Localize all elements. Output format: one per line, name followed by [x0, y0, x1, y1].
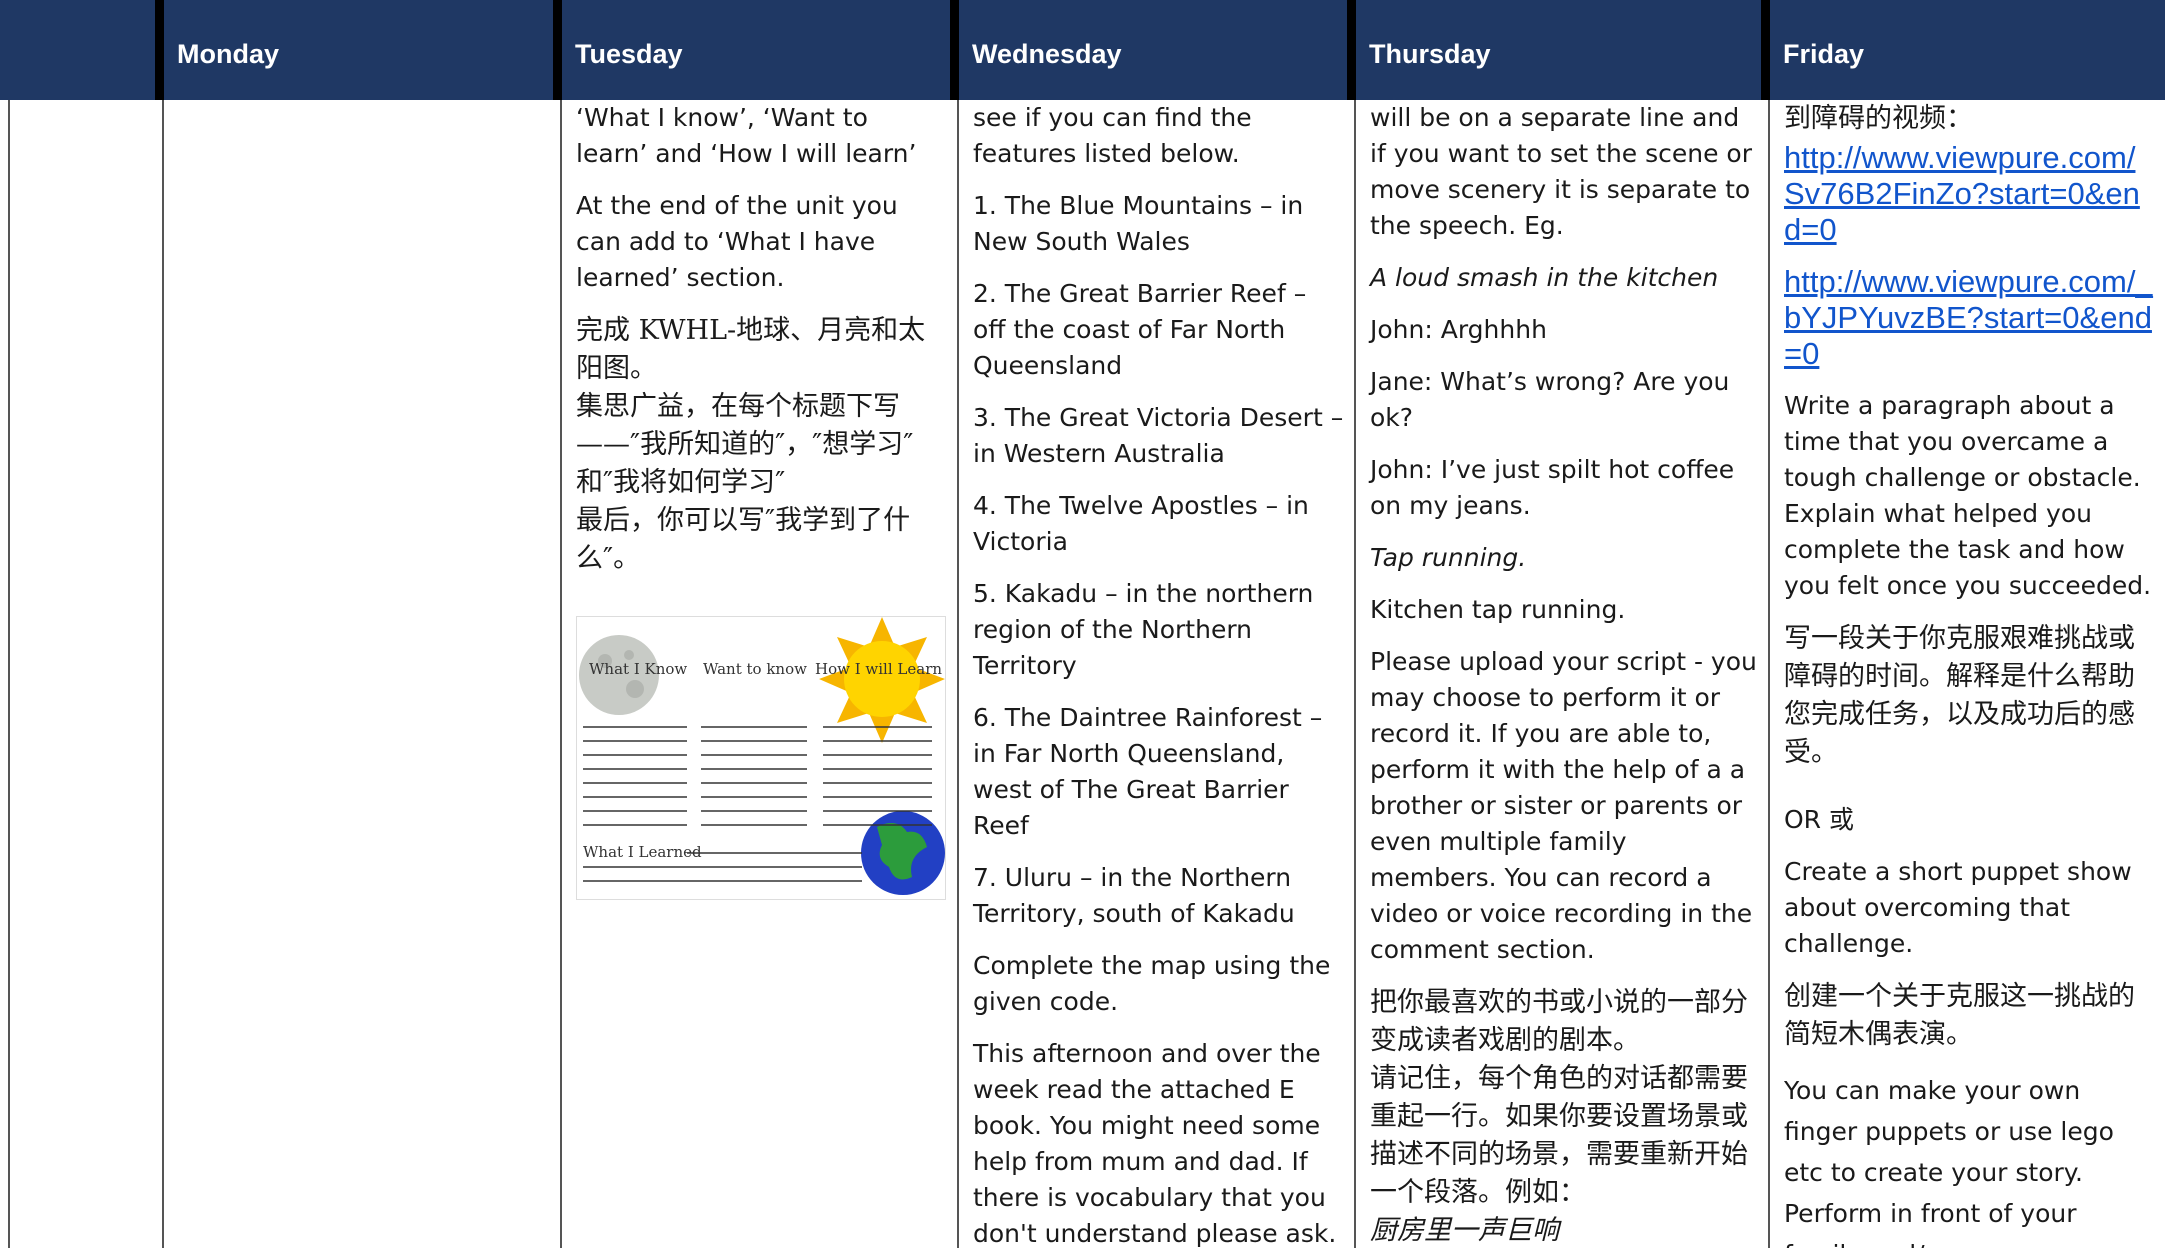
tuesday-paragraph: At the end of the unit you can add to ‘W…: [576, 191, 898, 292]
header-wednesday: Wednesday: [972, 39, 1122, 69]
thursday-dialogue: John: Arghhhh: [1370, 315, 1547, 344]
feature-list-item: 4. The Twelve Apostles – in Victoria: [973, 491, 1309, 556]
tuesday-paragraph: ‘What I know’, ‘Want to learn’ and ‘How …: [576, 103, 917, 168]
thursday-chinese-text: 把你最喜欢的书或小说的一部分变成读者戏剧的剧本。: [1370, 987, 1748, 1056]
friday-chinese-text: 写一段关于你克服艰难挑战或障碍的时间。解释是什么帮助您完成任务，以及成功后的感受…: [1784, 623, 2135, 768]
monday-cell: [164, 100, 560, 1248]
header-divider: [950, 0, 959, 100]
friday-paragraph: Create a short puppet show about overcom…: [1784, 857, 2132, 958]
kwhl-how-label: How I will Learn: [815, 660, 942, 678]
friday-paragraph: Write a paragraph about a time that you …: [1784, 391, 2152, 600]
feature-list-item: 5. Kakadu – in the northern region of th…: [973, 579, 1314, 680]
header-monday: Monday: [177, 39, 280, 69]
kwhl-know-label: What I Know: [589, 660, 687, 678]
kwhl-want-label: Want to know: [703, 660, 807, 678]
friday-chinese-text: 到障碍的视频：: [1784, 103, 1973, 134]
thursday-stage-direction: A loud smash in the kitchen: [1370, 263, 1719, 292]
feature-list-item: 3. The Great Victoria Desert – in Wester…: [973, 403, 1344, 468]
header-tuesday: Tuesday: [575, 39, 683, 69]
thursday-paragraph: Please upload your script - you may choo…: [1370, 647, 1757, 964]
tuesday-chinese-text: 最后，你可以写″我学到了什么″。: [576, 505, 911, 574]
tuesday-chinese-text: 完成 KWHL-地球、月亮和太阳图。: [576, 315, 926, 384]
earth-icon: [861, 811, 945, 895]
thursday-dialogue: Jane: What’s wrong? Are you ok?: [1370, 367, 1730, 432]
kwhl-chart-image: What I Know Want to know How I will Lear…: [576, 616, 946, 900]
friday-chinese-text: 创建一个关于克服这一挑战的简短木偶表演。: [1784, 981, 2135, 1050]
video-link[interactable]: http://www.viewpure.com/_bYJPYuvzBE?star…: [1784, 264, 2155, 372]
thursday-stage-direction: Tap running.: [1370, 543, 1527, 572]
wednesday-paragraph: This afternoon and over the week read th…: [973, 1039, 1337, 1248]
tuesday-cell: ‘What I know’, ‘Want to learn’ and ‘How …: [562, 100, 957, 1248]
wednesday-paragraph: Complete the map using the given code.: [973, 951, 1331, 1016]
video-link[interactable]: http://www.viewpure.com/Sv76B2FinZo?star…: [1784, 140, 2155, 248]
column-divider: [8, 100, 10, 1248]
thursday-paragraph: Kitchen tap running.: [1370, 595, 1626, 624]
tuesday-chinese-text: 集思广益，在每个标题下写——″我所知道的″，″想学习″和″我将如何学习″: [576, 391, 914, 498]
thursday-dialogue: John: I’ve just spilt hot coffee on my j…: [1370, 455, 1735, 520]
thursday-chinese-text: 厨房里一声巨响: [1370, 1215, 1559, 1246]
feature-list-item: 2. The Great Barrier Reef – off the coas…: [973, 279, 1307, 380]
header-thursday: Thursday: [1369, 39, 1491, 69]
header-divider: [553, 0, 562, 100]
friday-or-label: OR 或: [1784, 805, 1854, 834]
sun-icon: [819, 617, 945, 743]
kwhl-learned-label: What I Learned: [583, 843, 702, 861]
header-divider: [1761, 0, 1770, 100]
header-divider: [155, 0, 164, 100]
friday-paragraph: You can make your own finger puppets or …: [1784, 1076, 2114, 1248]
feature-list-item: 7. Uluru – in the Northern Territory, so…: [973, 863, 1295, 928]
feature-list-item: 6. The Daintree Rainforest – in Far Nort…: [973, 703, 1323, 840]
feature-list-item: 1. The Blue Mountains – in New South Wal…: [973, 191, 1304, 256]
thursday-cell: will be on a separate line and if you wa…: [1356, 100, 1768, 1248]
friday-cell: 到障碍的视频： http://www.viewpure.com/Sv76B2Fi…: [1770, 100, 2165, 1248]
thursday-chinese-text: 请记住，每个角色的对话都需要重起一行。如果你要设置场景或描述不同的场景，需要重新…: [1370, 1063, 1748, 1208]
table-header: Monday Tuesday Wednesday Thursday Friday: [0, 0, 2165, 100]
wednesday-cell: see if you can find the features listed …: [959, 100, 1354, 1248]
header-divider: [1347, 0, 1356, 100]
thursday-paragraph: will be on a separate line and if you wa…: [1370, 103, 1753, 240]
wednesday-paragraph: see if you can find the features listed …: [973, 103, 1252, 168]
header-friday: Friday: [1783, 39, 1865, 69]
